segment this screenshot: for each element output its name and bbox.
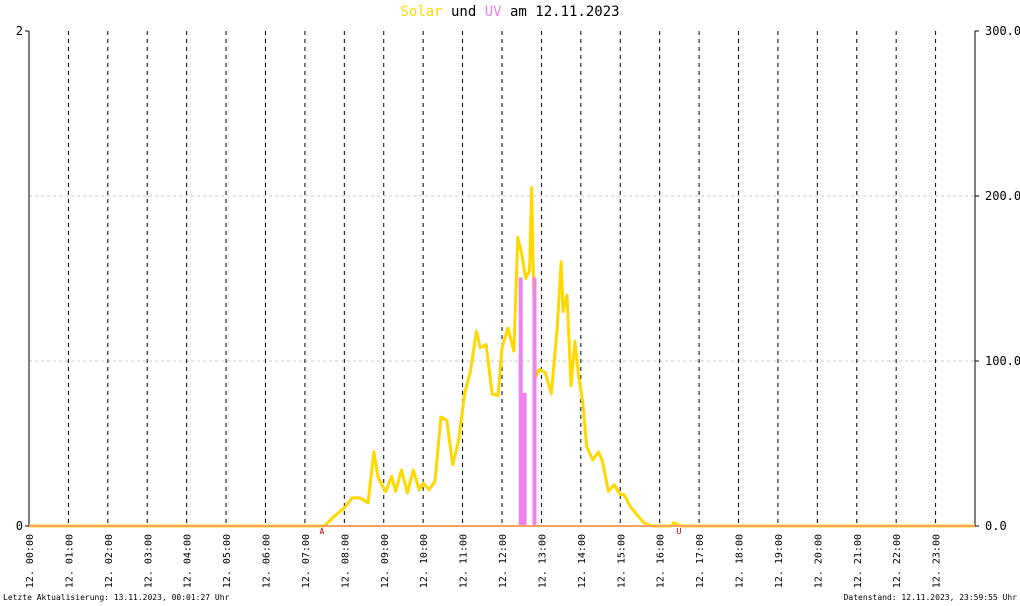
sunrise-marker: A — [319, 527, 324, 536]
x-tick-label: 12. 20:00 — [813, 534, 824, 588]
title-solar-word: Solar — [400, 4, 443, 20]
y-right-tick-label: 0.0 — [985, 519, 1007, 533]
solar-uv-chart: 0 2 0.0 100.0 200.0 300.0 12. 00:00 12. 01:00 12… — [16, 24, 1020, 588]
series-solar-line — [29, 186, 975, 528]
x-tick-label: 12. 07:00 — [301, 534, 312, 588]
x-tick-label: 12. 06:00 — [262, 534, 273, 588]
title-uv-word: UV — [484, 4, 502, 20]
x-tick-label: 12. 13:00 — [537, 534, 548, 588]
title-und-word: und — [442, 4, 485, 20]
sunset-marker: U — [677, 527, 682, 536]
x-tick-label: 12. 03:00 — [143, 534, 154, 588]
x-tick-label: 12. 00:00 — [25, 534, 36, 588]
x-tick-label: 12. 12:00 — [498, 534, 509, 588]
x-tick-label: 12. 10:00 — [419, 534, 430, 588]
x-tick-label: 12. 04:00 — [183, 534, 194, 588]
y-right-tick-label: 200.0 — [985, 189, 1020, 203]
x-tick-label: 12. 17:00 — [695, 534, 706, 588]
chart-title: Solar und UV am 12.11.2023 — [0, 4, 1020, 20]
x-tick-label: 12. 08:00 — [340, 534, 351, 588]
x-tick-label: 12. 01:00 — [64, 534, 75, 588]
x-tick-label: 12. 23:00 — [932, 534, 943, 588]
last-update-label: Letzte Aktualisierung: 13.11.2023, 00:01… — [3, 593, 230, 602]
y-right-tick-label: 300.0 — [985, 24, 1020, 38]
y-right-tick-label: 100.0 — [985, 354, 1020, 368]
data-timestamp-label: Datenstand: 12.11.2023, 23:59:55 Uhr — [843, 593, 1017, 602]
x-tick-label: 12. 16:00 — [656, 534, 667, 588]
x-tick-label: 12. 19:00 — [774, 534, 785, 588]
x-tick-label: 12. 02:00 — [104, 534, 115, 588]
x-tick-label: 12. 05:00 — [222, 534, 233, 588]
x-tick-label: 12. 22:00 — [892, 534, 903, 588]
y-left-tick-label: 0 — [16, 519, 23, 533]
x-tick-label: 12. 21:00 — [853, 534, 864, 588]
x-tick-label: 12. 15:00 — [616, 534, 627, 588]
x-tick-label: 12. 09:00 — [380, 534, 391, 588]
x-tick-label: 12. 11:00 — [459, 534, 470, 588]
y-left-tick-label: 2 — [16, 24, 23, 38]
title-date: am 12.11.2023 — [501, 4, 620, 20]
x-tick-label: 12. 14:00 — [577, 534, 588, 588]
x-tick-label: 12. 18:00 — [735, 534, 746, 588]
